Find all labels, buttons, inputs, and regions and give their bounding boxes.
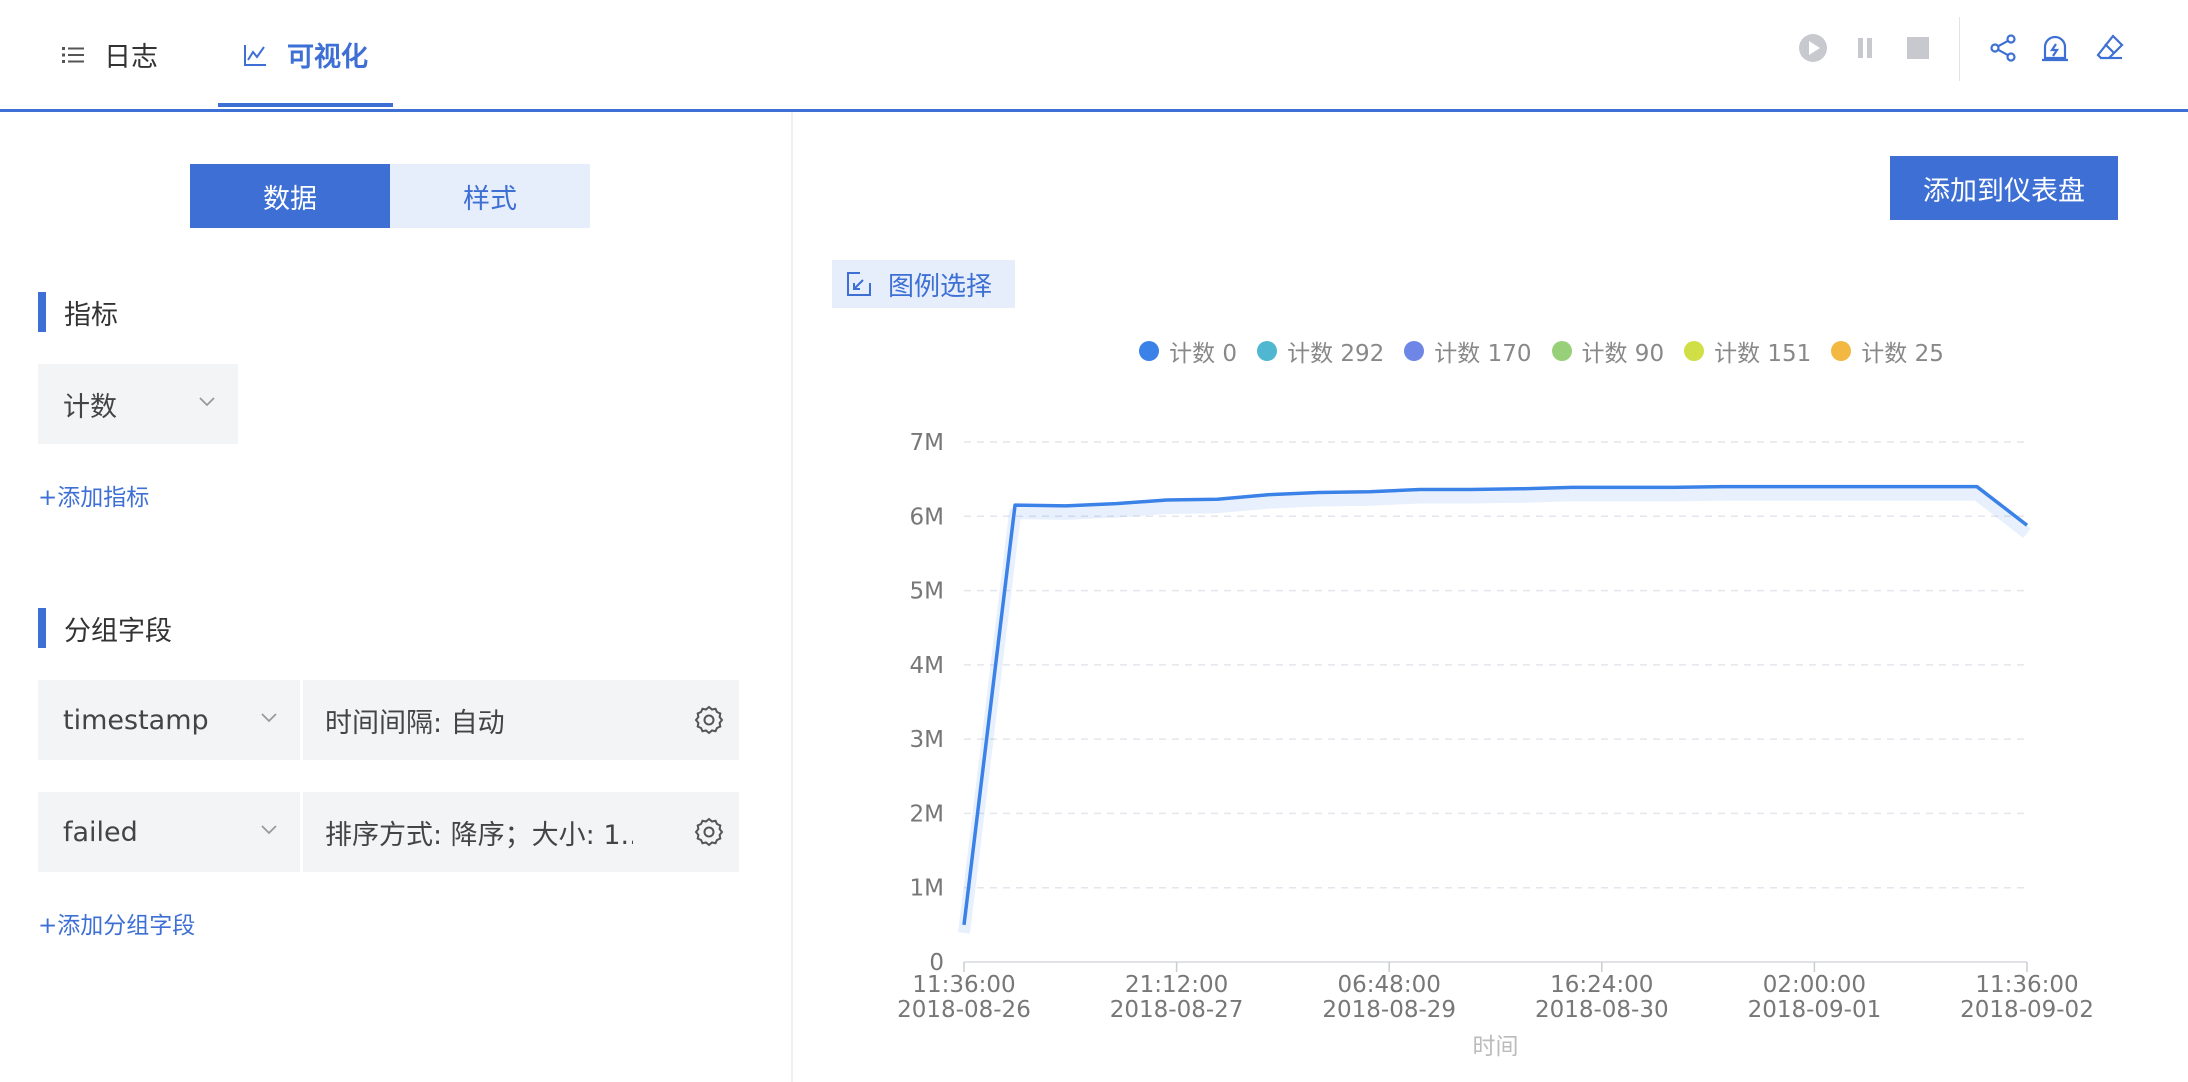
y-tick-label: 4M — [910, 653, 944, 679]
x-axis-title: 时间 — [1473, 1034, 1519, 1060]
x-tick-date: 2018-08-29 — [1322, 997, 1456, 1023]
x-tick-date: 2018-08-26 — [897, 997, 1031, 1023]
pause-icon — [1858, 38, 1872, 58]
section-marker — [38, 292, 46, 332]
group-title-text: 分组字段 — [64, 615, 172, 647]
chevron-down-icon — [199, 397, 215, 407]
group-field-select[interactable]: timestamp — [38, 680, 300, 760]
x-tick-time: 06:48:00 — [1338, 972, 1441, 998]
y-tick-label: 6M — [910, 504, 944, 530]
x-tick-date: 2018-09-01 — [1748, 997, 1882, 1023]
style-tab-button[interactable]: 样式 — [390, 164, 590, 228]
metric-select[interactable]: 计数 — [38, 364, 238, 444]
tab-log[interactable]: 日志 — [62, 0, 158, 109]
chevron-down-icon — [261, 825, 277, 835]
metrics-title-text: 指标 — [64, 299, 118, 331]
eraser-icon — [2096, 34, 2124, 60]
top-nav-bar: 日志 可视化 — [0, 0, 2188, 112]
pause-button[interactable] — [1847, 30, 1883, 66]
series-line — [962, 484, 2029, 926]
gear-icon[interactable] — [693, 816, 725, 848]
x-tick-date: 2018-09-02 — [1960, 997, 2094, 1023]
x-tick-time: 11:36:00 — [912, 972, 1015, 998]
series-line-shadow — [958, 488, 2031, 934]
y-tick-label: 7M — [910, 430, 944, 456]
toolbar-divider — [1959, 17, 1960, 81]
y-tick-label: 3M — [910, 727, 944, 753]
group-param-text: 排序方式: 降序；大小: 1... — [325, 819, 633, 851]
y-tick-label: 1M — [910, 876, 944, 902]
play-icon — [1799, 34, 1827, 62]
alert-bell-icon — [2042, 35, 2068, 62]
share-icon — [1990, 34, 2016, 62]
group-param-field[interactable]: 排序方式: 降序；大小: 1... — [303, 792, 739, 872]
stop-button[interactable] — [1900, 30, 1936, 66]
group-field-value: timestamp — [63, 704, 209, 736]
x-tick-time: 16:24:00 — [1550, 972, 1653, 998]
add-group-field-link[interactable]: +添加分组字段 — [38, 906, 195, 940]
group-field-value: failed — [63, 816, 138, 848]
alert-button[interactable] — [2037, 30, 2073, 66]
section-marker — [38, 608, 46, 648]
panel-mode-switch: 数据 样式 — [190, 164, 590, 228]
play-button[interactable] — [1795, 30, 1831, 66]
x-tick-date: 2018-08-27 — [1110, 997, 1244, 1023]
gear-icon[interactable] — [693, 704, 725, 736]
add-metric-link[interactable]: +添加指标 — [38, 478, 149, 512]
tab-log-label: 日志 — [104, 42, 158, 73]
group-param-text: 时间间隔: 自动 — [325, 707, 505, 739]
tab-visualize-label: 可视化 — [287, 42, 368, 73]
metrics-section-title: 指标 — [38, 292, 118, 332]
group-section-title: 分组字段 — [38, 608, 172, 648]
data-tab-button[interactable]: 数据 — [190, 164, 390, 228]
y-tick-label: 5M — [910, 579, 944, 605]
list-icon — [62, 45, 84, 65]
group-field-select[interactable]: failed — [38, 792, 300, 872]
chevron-down-icon — [261, 713, 277, 723]
x-tick-time: 11:36:00 — [1975, 972, 2078, 998]
chart-panel: 添加到仪表盘 图例选择 计数 0 计数 292 计数 170 计数 90 计数 … — [793, 112, 2188, 1082]
line-chart: 01M2M3M4M5M6M7M11:36:002018-08-2621:12:0… — [897, 430, 2094, 1060]
stop-icon — [1907, 37, 1929, 59]
x-tick-time: 21:12:00 — [1125, 972, 1228, 998]
share-button[interactable] — [1985, 30, 2021, 66]
line-chart-icon — [243, 43, 267, 67]
active-tab-indicator — [218, 103, 393, 107]
metric-select-value: 计数 — [63, 391, 117, 423]
clear-button[interactable] — [2092, 30, 2128, 66]
config-panel: 数据 样式 指标 计数 +添加指标 分组字段 timestamp 时间间隔: 自… — [0, 112, 791, 1082]
x-tick-date: 2018-08-30 — [1535, 997, 1669, 1023]
x-tick-time: 02:00:00 — [1763, 972, 1866, 998]
group-param-field[interactable]: 时间间隔: 自动 — [303, 680, 739, 760]
tab-visualize[interactable]: 可视化 — [218, 0, 393, 109]
y-tick-label: 2M — [910, 801, 944, 827]
